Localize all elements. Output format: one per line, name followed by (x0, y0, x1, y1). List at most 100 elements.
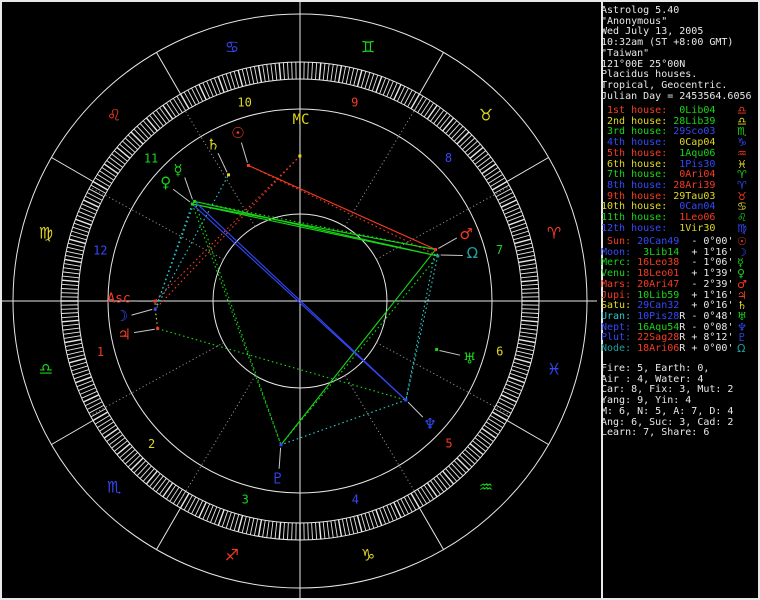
degree-tick (245, 68, 251, 85)
degree-tick (159, 107, 170, 122)
degree-tick (99, 170, 115, 181)
header-line: Wed July 13, 2005 (601, 26, 704, 38)
mc-dot (298, 154, 302, 158)
degree-tick (307, 62, 309, 80)
aspect-line (154, 174, 230, 310)
degree-tick (278, 522, 282, 540)
degree-tick (493, 408, 510, 418)
planet-row: Jupi: 10Lib59 + 1°16' (601, 290, 733, 301)
degree-tick (155, 109, 167, 124)
degree-tick (262, 64, 266, 82)
house-cusp-spoke (344, 95, 424, 227)
mc-label: MC (293, 112, 310, 128)
house-cusp-value: 0Ari04 (673, 169, 716, 181)
degree-tick (479, 431, 494, 442)
degree-tick (403, 89, 413, 106)
planet-row: Nept: 16Aqu54R - 0°08' (601, 322, 733, 333)
house-label: 9th house: (601, 190, 674, 202)
planet-pointer (440, 254, 463, 257)
house-label: 10th house: (601, 201, 674, 213)
degree-tick (488, 418, 503, 429)
sign-boundary (506, 420, 549, 445)
degree-tick (423, 484, 435, 500)
degree-tick (62, 275, 80, 279)
degree-tick (334, 64, 338, 82)
degree-tick (136, 125, 149, 139)
house-number: 6 (496, 345, 503, 359)
degree-tick (97, 418, 112, 429)
degree-tick (349, 517, 355, 534)
house-label: 11th house: (601, 212, 674, 224)
house-label: 7th house: (601, 169, 674, 181)
degree-tick (491, 411, 508, 422)
degree-tick (62, 323, 80, 327)
planet-pointer (217, 152, 228, 173)
house-number: 3 (242, 493, 249, 507)
degree-tick (253, 518, 259, 536)
degree-tick (520, 323, 538, 327)
degree-tick (233, 71, 240, 88)
planet-latitude: + 0°00' (685, 343, 734, 355)
header-line: Tropical, Geocentric. (601, 80, 728, 92)
planet-pointer (407, 401, 424, 418)
house-cusp-spoke (376, 185, 510, 260)
degree-tick (92, 180, 109, 191)
zodiac-sign-icon: ♌ (107, 106, 121, 125)
planet-position-value: 22Sag28 (637, 332, 680, 344)
house-row: 7th house: 0Ari04 (601, 169, 715, 180)
house-cusp-value: 1Pis30 (673, 158, 716, 170)
degree-tick (474, 153, 489, 165)
degree-tick (491, 180, 508, 191)
degree-tick (237, 69, 244, 87)
degree-tick (191, 87, 200, 104)
degree-tick (318, 522, 322, 540)
degree-tick (92, 411, 109, 422)
degree-tick (149, 114, 161, 129)
planet-latitude: - 1°06' (685, 257, 734, 269)
aspect-line (191, 203, 407, 401)
planet-label: Moon: (601, 246, 638, 258)
degree-tick (103, 163, 119, 175)
degree-tick (83, 199, 100, 208)
degree-tick (66, 250, 83, 256)
degree-tick (436, 475, 448, 490)
degree-tick (179, 492, 190, 509)
degree-tick (71, 365, 88, 372)
zodiac-sign-icon: ♐ (225, 546, 239, 565)
degree-tick (61, 319, 79, 323)
degree-tick (282, 62, 285, 80)
degree-tick (520, 275, 538, 279)
planet-position-value: 3Lib14 (637, 246, 680, 258)
house-cusp-value: 0Can04 (673, 201, 716, 213)
degree-tick (456, 457, 470, 471)
degree-tick (448, 465, 461, 479)
degree-tick (116, 146, 131, 159)
degree-tick (360, 514, 367, 531)
degree-tick (517, 346, 534, 352)
stats-line: Fire: 5, Earth: 0, (601, 363, 710, 374)
degree-tick (162, 482, 174, 498)
degree-tick (483, 424, 499, 436)
planet-label: Venu: (601, 268, 638, 280)
house-row: 9th house: 29Tau03 (601, 191, 715, 202)
degree-tick (61, 308, 79, 310)
degree-tick (490, 177, 506, 188)
degree-tick (198, 84, 207, 101)
degree-tick (393, 501, 402, 518)
degree-tick (106, 431, 121, 442)
planet-position-value: 10Lib59 (637, 289, 680, 301)
degree-tick (433, 109, 445, 124)
degree-tick (439, 114, 451, 129)
planet-position-value: 20Ari47 (637, 278, 680, 290)
degree-tick (71, 230, 88, 237)
planet-icon: Ω (467, 244, 478, 262)
house-cusp-value: 0Lib04 (673, 105, 716, 116)
degree-tick (63, 331, 81, 335)
degree-tick (307, 522, 309, 540)
degree-tick (187, 496, 197, 513)
house-label: 4th house: (601, 137, 674, 149)
planet-dot (156, 327, 160, 331)
degree-tick (519, 267, 537, 271)
degree-tick (172, 98, 183, 113)
planet-label: Mars: (601, 278, 638, 290)
